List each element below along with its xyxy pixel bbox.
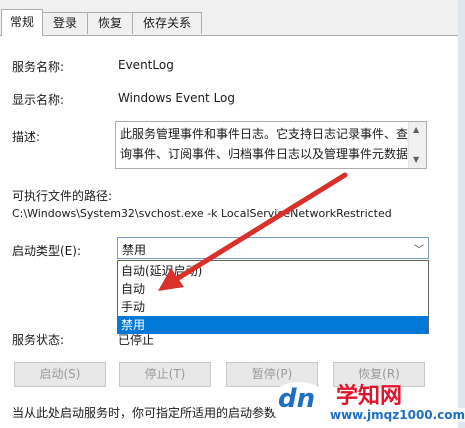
service-status-label: 服务状态:: [12, 333, 65, 347]
option-manual[interactable]: 手动: [118, 298, 428, 316]
option-disabled[interactable]: 禁用: [118, 316, 428, 334]
display-name-value: Windows Event Log: [118, 91, 236, 105]
tab-logon[interactable]: 登录: [42, 12, 88, 34]
option-auto-delayed[interactable]: 自动(延迟启动): [118, 262, 428, 280]
description-label: 描述:: [12, 130, 41, 144]
option-auto[interactable]: 自动: [118, 280, 428, 298]
exe-path-value: C:\Windows\System32\svchost.exe -k Local…: [12, 207, 392, 220]
scroll-up-icon[interactable]: ▲: [413, 125, 419, 134]
tab-recovery[interactable]: 恢复: [87, 12, 133, 34]
watermark: dn 学知网 www.jmqz1000.com: [270, 372, 465, 426]
startup-type-select[interactable]: 禁用 ﹀: [117, 237, 429, 259]
watermark-logo: dn: [270, 382, 328, 422]
watermark-title: 学知网: [336, 384, 403, 409]
tab-strip: 常规 登录 恢复 依存关系: [0, 0, 465, 36]
tab-general[interactable]: 常规: [1, 9, 43, 36]
description-text: 此服务管理事件和事件日志。它支持日志记录事件、查询事件、订阅事件、归档事件日志以…: [120, 127, 409, 161]
stop-button[interactable]: 停止(T): [119, 362, 211, 387]
description-scrollbar[interactable]: ▲ ▼: [408, 122, 426, 168]
window-edge: [458, 0, 465, 428]
chevron-down-icon[interactable]: ﹀: [414, 241, 424, 256]
tab-dependencies[interactable]: 依存关系: [132, 12, 202, 34]
startup-type-label: 启动类型(E):: [12, 244, 81, 258]
scroll-down-icon[interactable]: ▼: [413, 155, 419, 164]
exe-path-label: 可执行文件的路径:: [12, 189, 113, 203]
description-box[interactable]: 此服务管理事件和事件日志。它支持日志记录事件、查询事件、订阅事件、归档事件日志以…: [115, 121, 427, 169]
start-button[interactable]: 启动(S): [14, 362, 106, 387]
startup-type-dropdown: 自动(延迟启动) 自动 手动 禁用: [117, 260, 429, 334]
service-name-label: 服务名称:: [12, 60, 65, 74]
watermark-url: www.jmqz1000.com: [330, 408, 465, 422]
startup-type-current: 禁用: [122, 243, 147, 257]
service-name-value: EventLog: [118, 58, 174, 72]
display-name-label: 显示名称:: [12, 93, 65, 107]
startup-params-note: 当从此处启动服务时，你可指定所适用的启动参数: [12, 406, 277, 420]
